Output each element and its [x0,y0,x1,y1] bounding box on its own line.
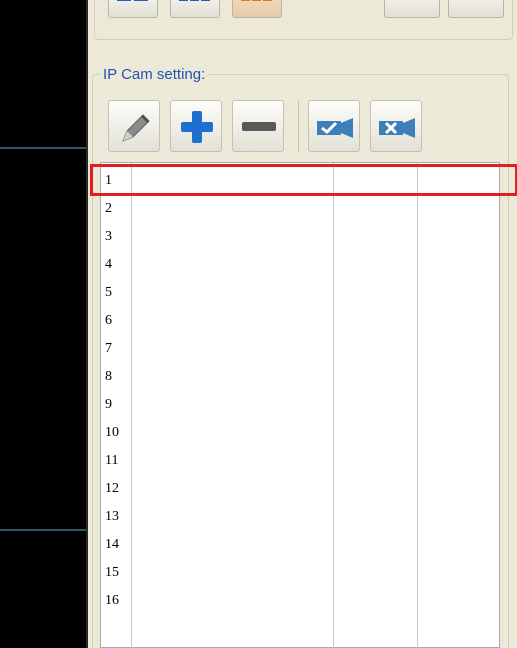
table-row[interactable]: 4 [101,251,499,279]
layout-4-button[interactable] [108,0,158,18]
table-row[interactable]: 7 [101,335,499,363]
layout-6-button[interactable] [170,0,220,18]
video-divider [0,147,88,149]
settings-panel: IP Cam setting: 1 2 3 4 5 6 7 8 9 10 11 … [88,0,517,648]
table-row[interactable]: 10 [101,419,499,447]
camera-check-icon [317,118,353,138]
table-row[interactable]: 5 [101,279,499,307]
table-row[interactable]: 2 [101,195,499,223]
row-number: 10 [105,425,119,440]
camera-list[interactable]: 1 2 3 4 5 6 7 8 9 10 11 12 13 14 15 16 [100,162,500,648]
row-number: 14 [105,537,119,552]
app-window: IP Cam setting: 1 2 3 4 5 6 7 8 9 10 11 … [0,0,517,648]
layout-9-button[interactable] [232,0,282,18]
layout-next-button[interactable] [448,0,504,18]
connect-camera-button[interactable] [308,100,360,152]
minus-icon [242,122,276,131]
row-number: 4 [105,257,112,272]
row-number: 16 [105,593,119,608]
table-row[interactable]: 9 [101,391,499,419]
table-row[interactable]: 13 [101,503,499,531]
row-number: 9 [105,397,112,412]
video-preview-area[interactable] [0,0,88,648]
table-row[interactable]: 8 [101,363,499,391]
row-number: 3 [105,229,112,244]
edit-camera-button[interactable] [108,100,160,152]
row-number: 8 [105,369,112,384]
camera-x-icon [379,118,415,138]
row-number: 12 [105,481,119,496]
ipcam-group-title: IP Cam setting: [100,67,209,82]
grid-layout-icon [179,0,210,1]
table-row[interactable]: 6 [101,307,499,335]
table-row[interactable]: 14 [101,531,499,559]
add-camera-button[interactable] [170,100,222,152]
layout-prev-button[interactable] [384,0,440,18]
selected-row-highlight [90,164,517,196]
row-number: 11 [105,453,119,468]
row-number: 6 [105,313,112,328]
plus-icon [181,111,213,143]
row-number: 13 [105,509,119,524]
row-number: 2 [105,201,112,216]
table-row[interactable]: 15 [101,559,499,587]
table-row[interactable]: 16 [101,587,499,615]
toolbar-divider [298,100,299,152]
row-number: 5 [105,285,112,300]
row-number: 7 [105,341,112,356]
remove-camera-button[interactable] [232,100,284,152]
disconnect-camera-button[interactable] [370,100,422,152]
grid-layout-icon [241,0,272,1]
table-row[interactable]: 12 [101,475,499,503]
row-number: 15 [105,565,119,580]
pencil-icon [122,114,150,142]
table-row[interactable]: 11 [101,447,499,475]
grid-layout-icon [117,0,148,1]
table-row[interactable]: 3 [101,223,499,251]
video-divider [0,529,88,531]
